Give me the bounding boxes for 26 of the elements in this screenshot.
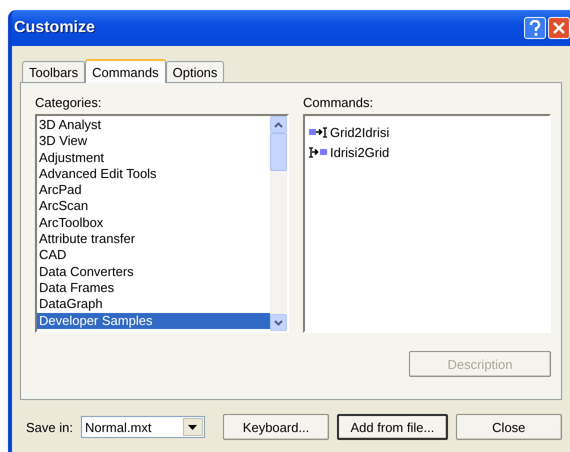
tab[interactable]: Options: [166, 61, 224, 82]
list-item[interactable]: Attribute transfer: [37, 231, 270, 248]
list-item[interactable]: ArcPad: [37, 182, 270, 198]
dialog-button[interactable]: Keyboard...: [222, 414, 330, 440]
save-in-label: Save in:: [26, 420, 73, 434]
tab[interactable]: Commands: [85, 59, 166, 83]
list-item[interactable]: 3D Analyst: [37, 117, 270, 134]
tab[interactable]: Toolbars: [22, 61, 86, 82]
list-item[interactable]: DataGraph: [37, 296, 270, 313]
dialog-button[interactable]: Add from file...: [337, 414, 448, 440]
list-item[interactable]: Developer Samples: [37, 312, 270, 329]
window-title: Customize: [14, 19, 95, 37]
list-item[interactable]: 3D View: [37, 133, 270, 150]
save-in-dropdown[interactable]: Normal.mxt: [80, 416, 205, 438]
categories-label: Categories:: [35, 95, 102, 110]
command-item[interactable]: Grid2Idrisi: [330, 124, 390, 140]
command-item[interactable]: Idrisi2Grid: [330, 144, 390, 160]
list-item[interactable]: ArcScan: [37, 198, 270, 215]
commands-label: Commands:: [303, 95, 374, 110]
list-item[interactable]: Data Frames: [37, 280, 270, 296]
list-item[interactable]: Data Converters: [37, 264, 270, 280]
list-item[interactable]: ArcToolbox: [37, 214, 270, 232]
list-item[interactable]: Advanced Edit Tools: [37, 166, 270, 182]
dialog-button[interactable]: Close: [456, 414, 562, 440]
list-item[interactable]: Adjustment: [37, 150, 270, 166]
list-item[interactable]: CAD: [37, 247, 270, 264]
